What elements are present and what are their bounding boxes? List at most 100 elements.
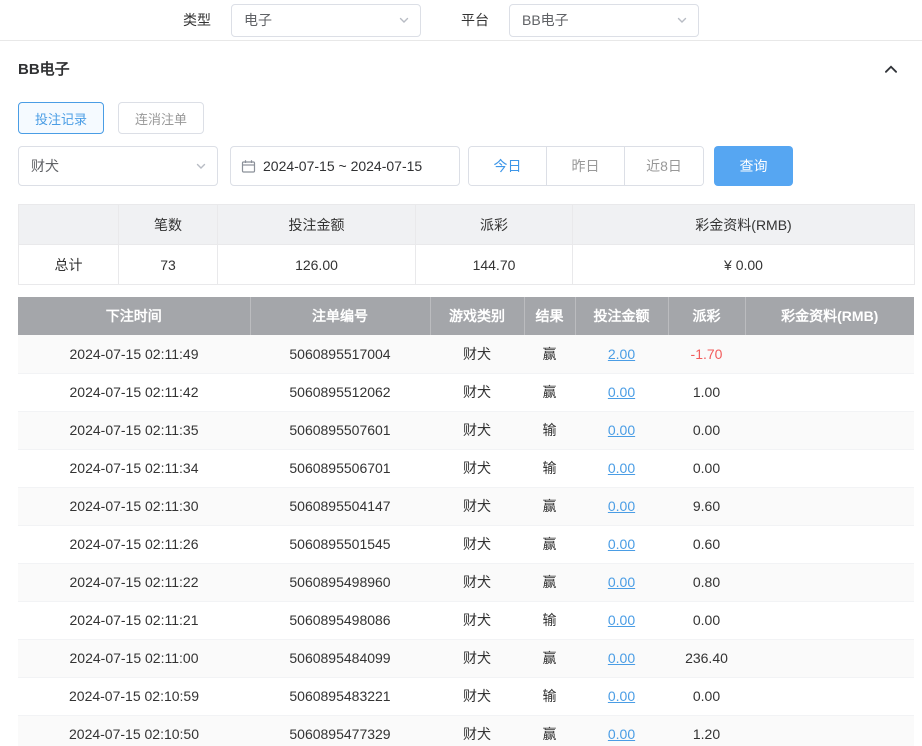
bet-amount-cell: 0.00 — [575, 563, 668, 601]
bet-amount-link[interactable]: 0.00 — [608, 536, 635, 552]
game-type: 财犬 — [430, 677, 524, 715]
bet-time: 2024-07-15 02:11:34 — [18, 449, 250, 487]
bonus — [745, 449, 914, 487]
bet-time: 2024-07-15 02:10:50 — [18, 715, 250, 746]
table-row: 2024-07-15 02:11:49 5060895517004 财犬 赢 2… — [18, 335, 914, 373]
top-filter-bar: 类型 电子 平台 BB电子 — [0, 0, 922, 41]
table-row: 2024-07-15 02:10:59 5060895483221 财犬 输 0… — [18, 677, 914, 715]
bet-time: 2024-07-15 02:11:22 — [18, 563, 250, 601]
bet-amount-cell: 0.00 — [575, 487, 668, 525]
game-type: 财犬 — [430, 639, 524, 677]
chevron-down-icon — [195, 160, 207, 172]
bet-time: 2024-07-15 02:11:26 — [18, 525, 250, 563]
summary-header-bonus: 彩金资料(RMB) — [573, 205, 915, 245]
bet-time: 2024-07-15 02:11:00 — [18, 639, 250, 677]
page-title: BB电子 — [18, 58, 70, 79]
date-range-value: 2024-07-15 ~ 2024-07-15 — [263, 158, 422, 174]
payout: 0.00 — [668, 677, 745, 715]
header-payout: 派彩 — [668, 297, 745, 335]
bet-amount-link[interactable]: 0.00 — [608, 574, 635, 590]
game-type: 财犬 — [430, 525, 524, 563]
game-select[interactable]: 财犬 — [18, 146, 218, 186]
bonus — [745, 525, 914, 563]
payout: 0.80 — [668, 563, 745, 601]
payout: 0.60 — [668, 525, 745, 563]
order-no: 5060895477329 — [250, 715, 430, 746]
summary-table: 笔数 投注金额 派彩 彩金资料(RMB) 总计 73 126.00 144.70… — [18, 204, 915, 285]
game-type: 财犬 — [430, 563, 524, 601]
summary-total-bet-amount: 126.00 — [218, 245, 416, 285]
table-row: 2024-07-15 02:11:00 5060895484099 财犬 赢 0… — [18, 639, 914, 677]
payout: 0.00 — [668, 449, 745, 487]
table-row: 2024-07-15 02:11:22 5060895498960 财犬 赢 0… — [18, 563, 914, 601]
bet-amount-cell: 0.00 — [575, 601, 668, 639]
chevron-up-icon[interactable] — [882, 60, 900, 78]
bet-amount-link[interactable]: 0.00 — [608, 726, 635, 742]
section-header: BB电子 — [18, 58, 904, 79]
bet-amount-link[interactable]: 2.00 — [608, 346, 635, 362]
bet-time: 2024-07-15 02:11:49 — [18, 335, 250, 373]
result: 输 — [524, 677, 575, 715]
bet-time: 2024-07-15 02:11:30 — [18, 487, 250, 525]
order-no: 5060895484099 — [250, 639, 430, 677]
bonus — [745, 715, 914, 746]
platform-select[interactable]: BB电子 — [509, 4, 699, 37]
result: 赢 — [524, 563, 575, 601]
result: 赢 — [524, 639, 575, 677]
summary-total-payout: 144.70 — [416, 245, 573, 285]
summary-header-row: 笔数 投注金额 派彩 彩金资料(RMB) — [19, 205, 915, 245]
payout: 236.40 — [668, 639, 745, 677]
bet-amount-link[interactable]: 0.00 — [608, 422, 635, 438]
result: 赢 — [524, 373, 575, 411]
summary-total-bonus: ¥ 0.00 — [573, 245, 915, 285]
type-select-value: 电子 — [244, 10, 272, 30]
order-no: 5060895506701 — [250, 449, 430, 487]
bet-amount-cell: 0.00 — [575, 715, 668, 746]
type-label: 类型 — [183, 10, 211, 30]
payout: 9.60 — [668, 487, 745, 525]
bet-amount-cell: 0.00 — [575, 449, 668, 487]
table-row: 2024-07-15 02:11:42 5060895512062 财犬 赢 0… — [18, 373, 914, 411]
quick-range-group: 今日 昨日 近8日 — [468, 146, 704, 186]
header-bonus: 彩金资料(RMB) — [745, 297, 914, 335]
search-button[interactable]: 查询 — [714, 146, 793, 186]
bet-time: 2024-07-15 02:10:59 — [18, 677, 250, 715]
tabs: 投注记录 连消注单 — [18, 102, 904, 134]
range-today-button[interactable]: 今日 — [469, 147, 547, 185]
summary-total-row: 总计 73 126.00 144.70 ¥ 0.00 — [19, 245, 915, 285]
bet-amount-link[interactable]: 0.00 — [608, 460, 635, 476]
bonus — [745, 335, 914, 373]
header-result: 结果 — [524, 297, 575, 335]
date-range-picker[interactable]: 2024-07-15 ~ 2024-07-15 — [230, 146, 460, 186]
result: 赢 — [524, 525, 575, 563]
bet-amount-link[interactable]: 0.00 — [608, 688, 635, 704]
tab-cancelled-orders[interactable]: 连消注单 — [118, 102, 204, 134]
bet-amount-link[interactable]: 0.00 — [608, 612, 635, 628]
order-no: 5060895501545 — [250, 525, 430, 563]
bet-time: 2024-07-15 02:11:35 — [18, 411, 250, 449]
bonus — [745, 639, 914, 677]
bet-amount-link[interactable]: 0.00 — [608, 384, 635, 400]
result: 赢 — [524, 487, 575, 525]
bonus — [745, 601, 914, 639]
payout: 1.20 — [668, 715, 745, 746]
bet-amount-link[interactable]: 0.00 — [608, 498, 635, 514]
range-yesterday-button[interactable]: 昨日 — [547, 147, 625, 185]
bet-time: 2024-07-15 02:11:21 — [18, 601, 250, 639]
bet-time: 2024-07-15 02:11:42 — [18, 373, 250, 411]
order-no: 5060895498960 — [250, 563, 430, 601]
summary-header-bet-amount: 投注金额 — [218, 205, 416, 245]
payout: 0.00 — [668, 601, 745, 639]
range-last8days-button[interactable]: 近8日 — [625, 147, 703, 185]
bonus — [745, 563, 914, 601]
chevron-down-icon — [398, 14, 410, 26]
summary-total-label: 总计 — [19, 245, 119, 285]
platform-select-value: BB电子 — [522, 10, 569, 30]
type-select[interactable]: 电子 — [231, 4, 421, 37]
order-no: 5060895512062 — [250, 373, 430, 411]
table-row: 2024-07-15 02:11:35 5060895507601 财犬 输 0… — [18, 411, 914, 449]
table-row: 2024-07-15 02:11:21 5060895498086 财犬 输 0… — [18, 601, 914, 639]
tab-bet-records[interactable]: 投注记录 — [18, 102, 104, 134]
bet-amount-link[interactable]: 0.00 — [608, 650, 635, 666]
header-game-type: 游戏类别 — [430, 297, 524, 335]
